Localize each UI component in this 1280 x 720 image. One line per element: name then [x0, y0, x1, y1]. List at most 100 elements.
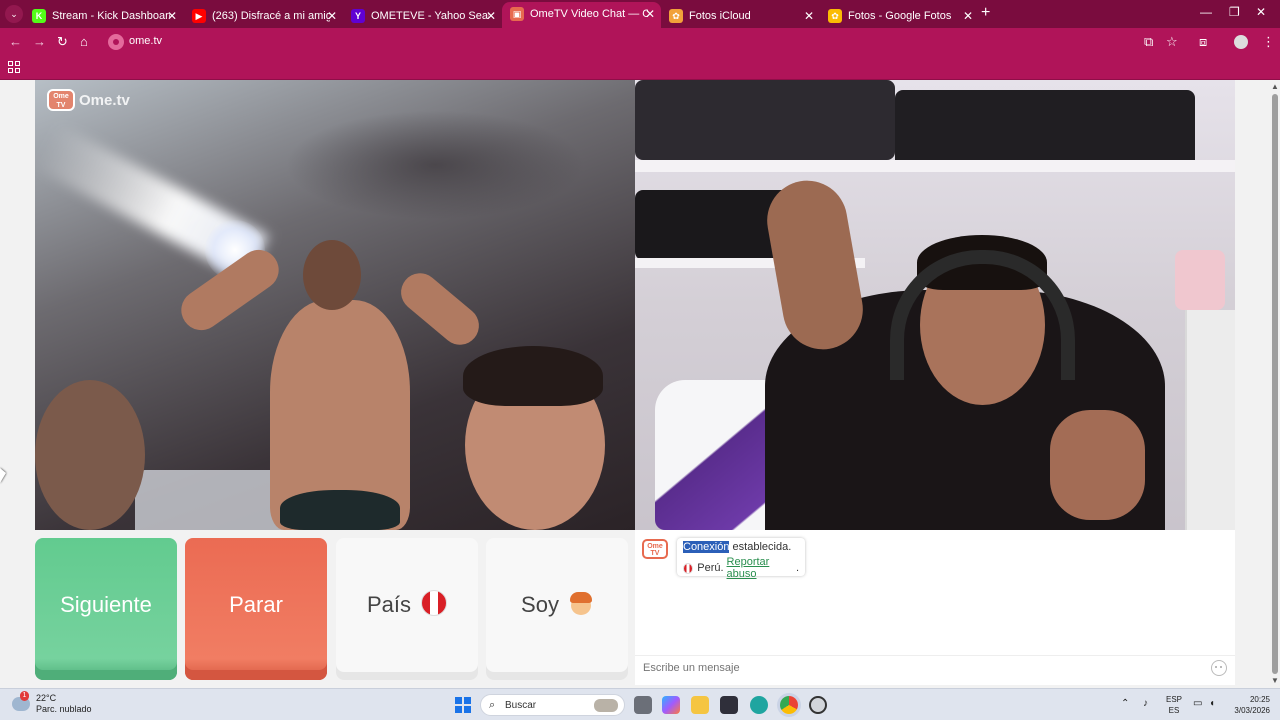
- tab-youtube[interactable]: ▶ (263) Disfracé a mi amigo de M✕: [184, 4, 343, 28]
- taskbar-search[interactable]: ⌕ Buscar: [480, 694, 625, 716]
- site-info-icon[interactable]: [108, 34, 124, 50]
- back-icon[interactable]: ←: [9, 34, 22, 50]
- next-button[interactable]: Siguiente: [35, 538, 177, 680]
- tab-ometv[interactable]: ▣ OmeTV Video Chat — Ome✕: [502, 2, 661, 28]
- chat-panel: Ome TV Conexión establecida. Perú. Repor…: [635, 530, 1235, 685]
- notification-badge: 1: [20, 691, 29, 700]
- restore-icon[interactable]: ❐: [1229, 5, 1240, 19]
- stop-button[interactable]: Parar: [185, 538, 327, 680]
- start-button[interactable]: [455, 697, 471, 713]
- cabinet: [1185, 310, 1235, 530]
- stop-button-label: Parar: [229, 592, 283, 617]
- next-button-label: Siguiente: [60, 592, 152, 617]
- person-head: [35, 380, 145, 530]
- scroll-down-icon[interactable]: ▼: [1271, 676, 1279, 685]
- tab-title: Stream - Kick Dashboard: [52, 10, 170, 22]
- file-explorer-icon[interactable]: [691, 696, 709, 714]
- minimize-icon[interactable]: —: [1200, 5, 1212, 19]
- profile-avatar[interactable]: [1234, 35, 1248, 49]
- scroll-up-icon[interactable]: ▲: [1271, 82, 1279, 91]
- person-hand: [1050, 410, 1145, 520]
- peru-flag-icon: [421, 590, 448, 617]
- country-filter-button[interactable]: País: [336, 538, 478, 680]
- close-tab-icon[interactable]: ✕: [167, 7, 177, 25]
- temperature: 22°C: [36, 693, 57, 703]
- tab-title: Fotos - Google Fotos: [848, 10, 952, 22]
- task-view-icon[interactable]: [634, 696, 652, 714]
- tab-google-photos[interactable]: ✿ Fotos - Google Fotos ✕: [820, 4, 979, 28]
- ometv-page: Ome TV Ome.tv Siguiente Parar País Soy O…: [0, 80, 1280, 688]
- tab-strip: ⌄ K Stream - Kick Dashboard ✕ ▶ (263) Disfra…: [0, 0, 1280, 28]
- address-bar[interactable]: ome.tv: [104, 31, 1134, 53]
- gender-button[interactable]: Soy: [486, 538, 628, 680]
- report-suffix: .: [795, 562, 799, 574]
- close-tab-icon[interactable]: ✕: [963, 7, 973, 25]
- icloud-icon: ✿: [669, 9, 683, 23]
- tab-yahoo[interactable]: Y OMETEVE - Yahoo Search Tus r✕: [343, 4, 502, 28]
- bookmarks-bar: [0, 56, 1280, 80]
- boy-emoji-icon: [569, 591, 593, 616]
- app-icon[interactable]: [809, 696, 827, 714]
- page-scrollbar[interactable]: ▲ ▼: [1270, 80, 1280, 688]
- chrome-icon[interactable]: [780, 696, 798, 714]
- tab-kick[interactable]: K Stream - Kick Dashboard ✕: [24, 4, 183, 28]
- person-shorts: [280, 490, 400, 530]
- close-tab-icon[interactable]: ✕: [645, 5, 655, 23]
- emoji-picker-icon[interactable]: [1211, 660, 1227, 676]
- close-tab-icon[interactable]: ✕: [327, 7, 337, 25]
- close-tab-icon[interactable]: ✕: [804, 7, 814, 25]
- apps-grid-icon[interactable]: [8, 61, 20, 73]
- tray-chevron-icon[interactable]: ⌃: [1121, 698, 1129, 709]
- tab-search-icon[interactable]: ⌄: [5, 5, 23, 23]
- ometv-icon: ▣: [510, 7, 524, 21]
- reload-icon[interactable]: ↻: [57, 34, 68, 50]
- ometv-logo-icon: Ome TV: [47, 89, 75, 111]
- yahoo-icon: Y: [351, 9, 365, 23]
- microphone-icon[interactable]: ♪: [1143, 698, 1148, 709]
- search-highlight-image: [594, 699, 618, 712]
- cast-icon[interactable]: ⧉: [1144, 34, 1153, 50]
- scroll-thumb[interactable]: [1272, 94, 1278, 674]
- person-arm: [760, 174, 870, 356]
- new-tab-button[interactable]: +: [981, 5, 990, 21]
- system-clock[interactable]: 20:25 3/03/2026: [1226, 694, 1270, 716]
- bookmark-star-icon[interactable]: ☆: [1166, 34, 1178, 50]
- partner-country: Perú.: [697, 562, 724, 574]
- mouse-cursor-icon: [0, 468, 6, 483]
- clock-date: 3/03/2026: [1234, 706, 1270, 715]
- tab-icloud[interactable]: ✿ Fotos iCloud ✕: [661, 4, 820, 28]
- pink-box: [1175, 250, 1225, 310]
- network-icon[interactable]: ▭: [1193, 698, 1202, 709]
- tab-title: Fotos iCloud: [689, 10, 751, 22]
- url-text[interactable]: ome.tv: [129, 35, 162, 47]
- message-input[interactable]: [643, 662, 1203, 674]
- volume-icon[interactable]: ◖: [1209, 698, 1215, 709]
- ometv-logo-text: Ome.tv: [79, 91, 130, 109]
- tab-title: OMETEVE - Yahoo Search Tus r: [371, 10, 489, 22]
- language-indicator[interactable]: ESP ES: [1166, 694, 1182, 716]
- peru-flag-icon: [683, 562, 694, 574]
- ometv-chat-logo-icon: Ome TV: [642, 539, 668, 559]
- language-code: ESP: [1166, 695, 1183, 704]
- report-abuse-link[interactable]: Reportar abuso: [727, 556, 796, 580]
- tab-title: (263) Disfracé a mi amigo de M: [212, 10, 330, 22]
- copilot-icon[interactable]: [662, 696, 680, 714]
- country-button-label: País: [366, 592, 412, 617]
- chat-input-bar: [635, 655, 1235, 681]
- windows-taskbar: 22°C Parc. nublado 1 ⌕ Buscar ⌃ ♪ ESP ES…: [0, 688, 1280, 720]
- person-arm: [393, 265, 487, 353]
- microsoft-store-icon[interactable]: [720, 696, 738, 714]
- ceiling-stain: [285, 110, 585, 220]
- close-window-icon[interactable]: ✕: [1256, 5, 1266, 19]
- ometv-logo: Ome TV Ome.tv: [47, 88, 130, 112]
- gender-button-label: Soy: [521, 592, 559, 617]
- forward-icon[interactable]: →: [33, 34, 46, 50]
- connection-status: Conexión establecida.: [683, 541, 799, 553]
- close-tab-icon[interactable]: ✕: [486, 7, 496, 25]
- selected-text: Conexión: [683, 541, 730, 553]
- home-icon[interactable]: ⌂: [80, 34, 88, 50]
- extensions-icon[interactable]: ⧈: [1199, 34, 1207, 50]
- search-placeholder: Buscar: [505, 700, 537, 711]
- edge-icon[interactable]: [750, 696, 768, 714]
- menu-kebab-icon[interactable]: ⋮: [1262, 34, 1275, 50]
